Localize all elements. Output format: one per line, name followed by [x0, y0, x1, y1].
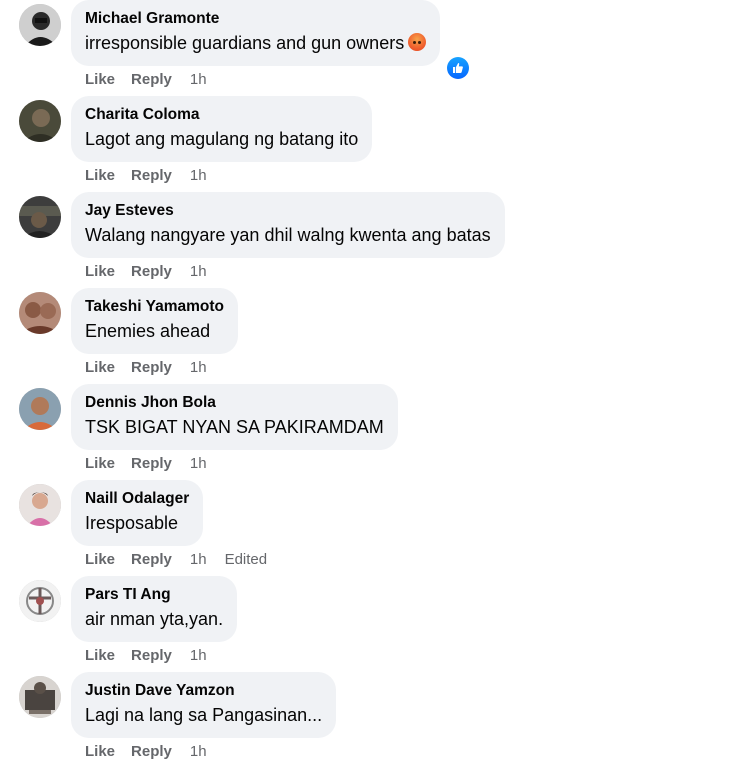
- comment-bubble: Pars TI Ang air nman yta,yan.: [71, 576, 238, 642]
- comment-text: irresponsible guardians and gun owners: [85, 33, 405, 53]
- avatar[interactable]: [19, 4, 61, 46]
- comment-text: Lagot ang magulang ng batang ito: [85, 129, 359, 149]
- comment-actions: Like Reply 1h: [85, 70, 225, 90]
- comment: Dennis Jhon Bola TSK BIGAT NYAN SA PAKIR…: [0, 384, 750, 476]
- comment: Naill Odalager Iresposable Like Reply 1h Ed…: [0, 480, 750, 572]
- avatar[interactable]: [19, 388, 61, 430]
- reaction-like-icon[interactable]: [445, 55, 471, 81]
- avatar[interactable]: [19, 676, 61, 718]
- reply-button[interactable]: Reply: [131, 358, 172, 378]
- comment-timestamp[interactable]: 1h: [190, 166, 207, 186]
- avatar[interactable]: [19, 196, 61, 238]
- comment-actions: Like Reply 1h: [85, 646, 225, 666]
- comment-bubble: Takeshi Yamamoto Enemies ahead: [71, 288, 238, 354]
- comment-text: Enemies ahead: [85, 321, 211, 341]
- comment-timestamp[interactable]: 1h: [190, 646, 207, 666]
- comment-bubble: Dennis Jhon Bola TSK BIGAT NYAN SA PAKIR…: [71, 384, 398, 450]
- edited-label[interactable]: Edited: [225, 550, 268, 570]
- reply-button[interactable]: Reply: [131, 646, 172, 666]
- comment-actions: Like Reply 1h: [85, 358, 225, 378]
- comment-timestamp[interactable]: 1h: [190, 358, 207, 378]
- comment-text: air nman yta,yan.: [85, 609, 224, 629]
- comment-author[interactable]: Takeshi Yamamoto: [85, 297, 224, 317]
- comment-bubble: Michael Gramonte irresponsible guardians…: [71, 0, 441, 66]
- comment-bubble: Justin Dave Yamzon Lagi na lang sa Panga…: [71, 672, 337, 738]
- angry-emoji-icon: [408, 33, 427, 51]
- comment-text: Iresposable: [85, 513, 179, 533]
- comment: Charita Coloma Lagot ang magulang ng bat…: [0, 96, 750, 188]
- comment-timestamp[interactable]: 1h: [190, 454, 207, 474]
- comment-timestamp[interactable]: 1h: [190, 550, 207, 570]
- avatar[interactable]: [19, 580, 61, 622]
- like-button[interactable]: Like: [85, 742, 115, 762]
- comment-text: Walang nangyare yan dhil walng kwenta an…: [85, 225, 491, 245]
- comment-bubble: Naill Odalager Iresposable: [71, 480, 204, 546]
- comment: Michael Gramonte irresponsible guardians…: [0, 0, 750, 92]
- comment-author[interactable]: Pars TI Ang: [85, 585, 223, 605]
- reply-button[interactable]: Reply: [131, 550, 172, 570]
- comment-author[interactable]: Justin Dave Yamzon: [85, 681, 322, 701]
- reply-button[interactable]: Reply: [131, 166, 172, 186]
- avatar[interactable]: [19, 484, 61, 526]
- reply-button[interactable]: Reply: [131, 70, 172, 90]
- comment-timestamp[interactable]: 1h: [190, 262, 207, 282]
- comment-actions: Like Reply 1h: [85, 166, 225, 186]
- comment-timestamp[interactable]: 1h: [190, 70, 207, 90]
- like-button[interactable]: Like: [85, 646, 115, 666]
- reply-button[interactable]: Reply: [131, 742, 172, 762]
- comment: Jay Esteves Walang nangyare yan dhil wal…: [0, 192, 750, 284]
- comment: Justin Dave Yamzon Lagi na lang sa Panga…: [0, 672, 750, 764]
- comment: Pars TI Ang air nman yta,yan. Like Reply 1…: [0, 576, 750, 668]
- comment-author[interactable]: Naill Odalager: [85, 489, 189, 509]
- comment-bubble: Jay Esteves Walang nangyare yan dhil wal…: [71, 192, 505, 258]
- reply-button[interactable]: Reply: [131, 454, 172, 474]
- thumbs-up-icon: [453, 63, 463, 73]
- comment-author[interactable]: Charita Coloma: [85, 105, 358, 125]
- comment-actions: Like Reply 1h: [85, 262, 225, 282]
- comment-timestamp[interactable]: 1h: [190, 742, 207, 762]
- like-button[interactable]: Like: [85, 358, 115, 378]
- comment-author[interactable]: Dennis Jhon Bola: [85, 393, 384, 413]
- reply-button[interactable]: Reply: [131, 262, 172, 282]
- comment: Takeshi Yamamoto Enemies ahead Like Reply…: [0, 288, 750, 380]
- comment-text: Lagi na lang sa Pangasinan...: [85, 705, 323, 725]
- comment-actions: Like Reply 1h Edited: [85, 550, 267, 570]
- comment-author[interactable]: Michael Gramonte: [85, 9, 426, 29]
- avatar[interactable]: [19, 292, 61, 334]
- like-button[interactable]: Like: [85, 550, 115, 570]
- comment-actions: Like Reply 1h: [85, 454, 225, 474]
- comment-author[interactable]: Jay Esteves: [85, 201, 491, 221]
- comment-text: TSK BIGAT NYAN SA PAKIRAMDAM: [85, 417, 384, 437]
- like-button[interactable]: Like: [85, 166, 115, 186]
- like-button[interactable]: Like: [85, 454, 115, 474]
- like-button[interactable]: Like: [85, 262, 115, 282]
- comment-bubble: Charita Coloma Lagot ang magulang ng bat…: [71, 96, 373, 162]
- comment-actions: Like Reply 1h: [85, 742, 225, 762]
- avatar[interactable]: [19, 100, 61, 142]
- like-button[interactable]: Like: [85, 70, 115, 90]
